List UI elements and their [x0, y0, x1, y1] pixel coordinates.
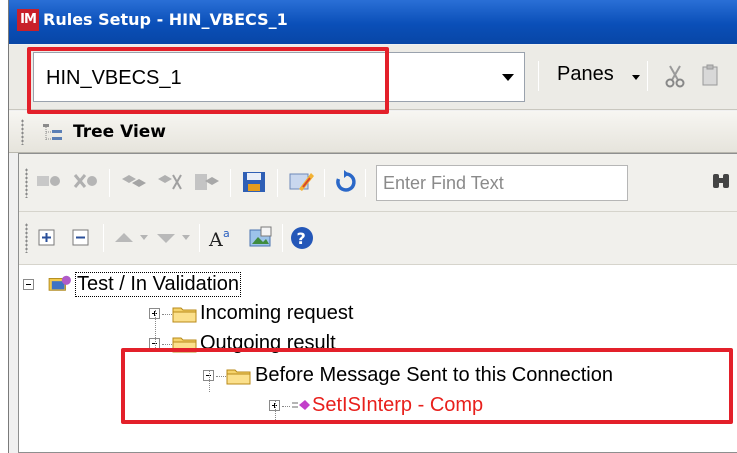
expand-all-icon[interactable] [37, 228, 57, 248]
highlight-outgoing-box [121, 348, 733, 424]
toolbar-separator [109, 169, 110, 197]
font-icon[interactable]: A a [207, 225, 235, 251]
move-up-dropdown-icon[interactable] [139, 234, 149, 242]
toolbar-grip[interactable] [25, 168, 28, 198]
toolbar-separator [103, 224, 104, 252]
title-bar[interactable]: IM Rules Setup - HIN_VBECS_1 [9, 0, 737, 44]
add-rule-icon[interactable] [35, 171, 65, 193]
collapse-toggle-icon[interactable] [23, 279, 34, 290]
tree-toolbar-actions: Enter Find Text [19, 154, 737, 212]
move-down-dropdown-icon[interactable] [181, 234, 191, 242]
binoculars-icon[interactable] [711, 170, 731, 194]
move-up-icon[interactable] [113, 230, 135, 246]
toolbar-separator [199, 224, 200, 252]
tree-guide-line [155, 310, 156, 348]
tree-connector-line [162, 344, 172, 345]
tree-toolbar-navigation: A a ? [19, 212, 737, 265]
copy-rule-icon[interactable] [119, 171, 149, 193]
toolbar-separator [230, 169, 231, 197]
highlight-connection-box [27, 47, 389, 114]
toolbar-grip[interactable] [21, 119, 24, 145]
tree-view-header: Tree View [9, 111, 737, 153]
toolbar-separator [647, 61, 648, 91]
toolbar-separator [538, 61, 539, 91]
toolbar-separator [282, 224, 283, 252]
find-text-input[interactable]: Enter Find Text [376, 165, 628, 201]
paste-icon[interactable] [701, 64, 721, 88]
toolbar-grip[interactable] [25, 223, 28, 253]
tree-connector-line [162, 314, 172, 315]
panes-caret-icon [632, 75, 640, 80]
chevron-down-icon[interactable] [494, 52, 522, 102]
help-icon[interactable]: ? [289, 225, 315, 251]
tree-node-root[interactable]: Test / In Validation [19, 270, 349, 300]
connection-group-icon [48, 275, 71, 291]
folder-icon [172, 307, 197, 323]
app-logo-icon: IM [17, 9, 39, 31]
edit-rule-icon[interactable] [287, 169, 315, 195]
delete-rule-icon[interactable] [71, 171, 101, 193]
toolbar-separator [277, 169, 278, 197]
toolbar-separator [324, 169, 325, 197]
paste-rule-icon[interactable] [191, 171, 221, 193]
tree-node-incoming-request[interactable]: Incoming request [19, 299, 419, 329]
collapse-all-icon[interactable] [71, 228, 91, 248]
save-icon[interactable] [240, 169, 268, 195]
cut-rule-icon[interactable] [155, 171, 185, 193]
svg-text:a: a [223, 227, 230, 240]
tree-view-title: Tree View [73, 122, 167, 142]
tree-node-label: Test / In Validation [75, 272, 241, 297]
window-title: Rules Setup - HIN_VBECS_1 [43, 10, 288, 29]
panes-menu-button[interactable]: Panes [557, 63, 614, 86]
find-text-placeholder: Enter Find Text [383, 173, 504, 193]
tree-view-icon [43, 124, 62, 140]
tree-node-label: Incoming request [200, 302, 354, 324]
cut-icon[interactable] [664, 64, 686, 88]
refresh-icon[interactable] [333, 169, 359, 195]
move-down-icon[interactable] [155, 230, 177, 246]
toolbar-separator [365, 169, 366, 197]
image-properties-icon[interactable] [247, 225, 275, 251]
svg-text:A: A [208, 229, 223, 251]
svg-text:?: ? [297, 229, 306, 248]
